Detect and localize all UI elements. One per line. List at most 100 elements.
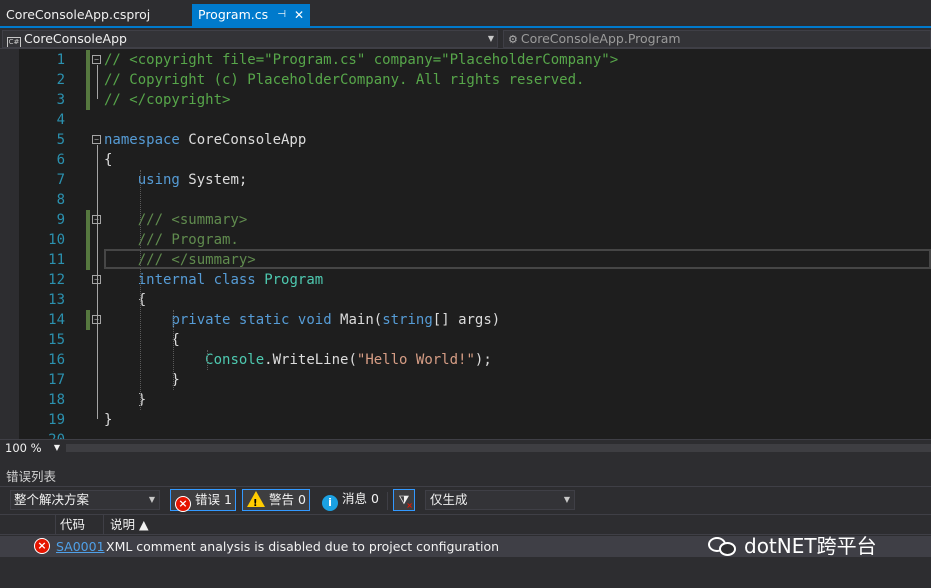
close-icon[interactable]: ✕ <box>294 4 304 26</box>
line-number: 8 <box>56 192 65 208</box>
errors-filter-button[interactable]: × 错误 1 <box>170 489 236 512</box>
collapse-icon[interactable]: − <box>92 135 101 144</box>
code-line[interactable]: 4 <box>0 110 931 130</box>
code-token: // </copyright> <box>104 92 231 108</box>
type-dropdown-value: CoreConsoleApp.Program <box>520 31 681 46</box>
line-number: 19 <box>48 412 65 428</box>
error-list-column-header: 代码 说明 ▲ <box>0 514 931 535</box>
code-text: { <box>104 330 179 350</box>
change-marker <box>86 210 90 230</box>
chevron-down-icon: ▼ <box>53 443 60 452</box>
column-code[interactable]: 代码 <box>60 515 104 534</box>
class-icon: ⚙ <box>508 33 518 46</box>
error-list-title: 错误列表 <box>6 469 57 484</box>
code-text: } <box>104 410 112 430</box>
line-number: 15 <box>48 332 65 348</box>
messages-filter-label: 消息 0 <box>342 491 379 506</box>
change-marker <box>86 230 90 250</box>
collapse-icon[interactable]: − <box>92 55 101 64</box>
tab-csproj[interactable]: CoreConsoleApp.csproj <box>0 4 188 26</box>
code-token: } <box>104 372 180 388</box>
line-number: 3 <box>56 92 65 108</box>
line-number: 11 <box>48 252 65 268</box>
code-editor[interactable]: 1−// <copyright file="Program.cs" compan… <box>0 49 931 439</box>
line-number: 14 <box>48 312 65 328</box>
code-token: CoreConsoleApp <box>179 132 307 148</box>
code-line[interactable]: 6{ <box>0 150 931 170</box>
code-token: void <box>297 312 332 328</box>
code-token: /// Program. <box>104 232 239 248</box>
change-marker <box>86 50 90 70</box>
code-token: Main( <box>331 312 383 328</box>
clear-filter-button[interactable]: ⧩ × <box>393 489 415 511</box>
type-dropdown[interactable]: ⚙ CoreConsoleApp.Program <box>503 30 931 48</box>
code-line[interactable]: 2 // Copyright (c) PlaceholderCompany. Al… <box>0 70 931 90</box>
code-token: } <box>104 412 113 428</box>
build-filter-dropdown[interactable]: 仅生成 ▼ <box>425 490 575 510</box>
change-marker <box>86 70 90 90</box>
chevron-down-icon: ▼ <box>487 34 494 43</box>
column-icon[interactable] <box>32 515 56 534</box>
code-token: private <box>171 312 231 328</box>
line-number: 9 <box>56 212 65 228</box>
code-token: using <box>137 172 180 188</box>
code-text: Console.WriteLine("Hello World!"); <box>104 350 492 370</box>
column-description-label: 说明 <box>110 517 136 532</box>
line-number: 20 <box>19 430 65 439</box>
change-marker <box>86 310 90 330</box>
code-text: internal class Program <box>104 270 323 290</box>
code-text: /// <summary> <box>104 210 248 230</box>
change-marker <box>86 90 90 110</box>
column-code-label: 代码 <box>60 517 86 532</box>
code-token: // Copyright (c) PlaceholderCompany. All… <box>104 72 585 88</box>
tab-csproj-label: CoreConsoleApp.csproj <box>6 7 151 22</box>
scope-dropdown[interactable]: 整个解决方案 ▼ <box>10 490 160 510</box>
error-icon: × <box>175 496 191 512</box>
code-text: } <box>104 370 180 390</box>
indent-guide <box>173 310 175 390</box>
tab-program-cs[interactable]: Program.cs ⊣ ✕ <box>192 4 310 26</box>
line-number: 18 <box>48 392 65 408</box>
error-list-panel: 错误列表 整个解决方案 ▼ × 错误 1 ! 警告 0 i 消息 0 ⧩ × 仅生成 ▼… <box>0 462 931 588</box>
code-text: private static void Main(string[] args) <box>104 310 500 330</box>
info-icon: i <box>322 495 338 511</box>
code-token: class <box>213 272 256 288</box>
code-line[interactable]: 1 −// <copyright file="Program.cs" compan… <box>0 50 931 70</box>
code-text: namespace CoreConsoleApp <box>104 130 306 150</box>
code-line[interactable]: 20 <box>0 430 931 439</box>
code-line[interactable]: 19} <box>0 410 931 430</box>
code-token: "Hello World!" <box>356 352 475 368</box>
error-description: XML comment analysis is disabled due to … <box>106 539 500 554</box>
horizontal-scrollbar[interactable] <box>66 444 931 452</box>
line-number: 6 <box>56 152 65 168</box>
line-number: 7 <box>56 172 65 188</box>
code-token: Program <box>264 272 324 288</box>
scope-value: 整个解决方案 <box>14 492 90 507</box>
line-number: 13 <box>48 292 65 308</box>
code-token: ); <box>474 352 492 368</box>
code-token: { <box>104 152 113 168</box>
outline-line <box>97 225 98 259</box>
divider <box>0 486 931 487</box>
project-dropdown[interactable]: C# CoreConsoleApp ▼ <box>2 30 498 48</box>
error-code-link[interactable]: SA0001 <box>56 536 105 557</box>
line-number: 17 <box>48 372 65 388</box>
column-description[interactable]: 说明 ▲ <box>110 515 149 534</box>
editor-zoom-bar: 100 % ▼ <box>0 439 931 456</box>
code-token: .WriteLine( <box>264 352 357 368</box>
wechat-icon <box>708 535 738 557</box>
code-token: namespace <box>104 132 180 148</box>
line-number: 12 <box>48 272 65 288</box>
messages-filter-button[interactable]: i 消息 0 <box>318 489 384 511</box>
warnings-filter-button[interactable]: ! 警告 0 <box>242 489 310 511</box>
tab-program-cs-label: Program.cs <box>198 7 269 22</box>
code-line[interactable]: 5 − namespace CoreConsoleApp <box>0 130 931 150</box>
code-line[interactable]: 3 // </copyright> <box>0 90 931 110</box>
chevron-down-icon: ▼ <box>148 495 155 504</box>
pin-icon[interactable]: ⊣ <box>277 4 286 26</box>
zoom-dropdown[interactable]: 100 % ▼ <box>2 441 62 455</box>
current-line-highlight <box>104 249 931 269</box>
